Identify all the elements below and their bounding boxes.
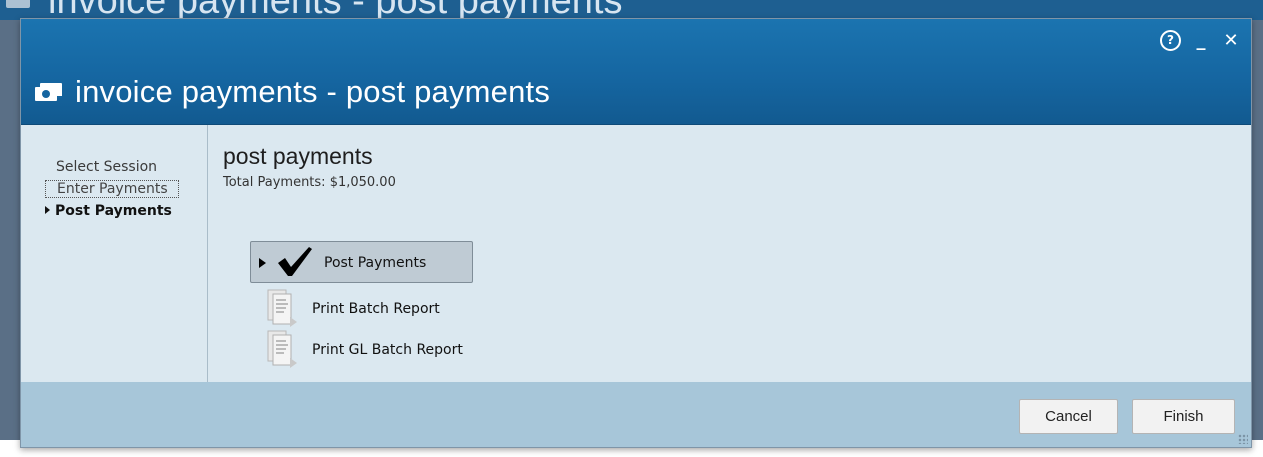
report-document-icon bbox=[267, 289, 297, 327]
total-payments: Total Payments: $1,050.00 bbox=[223, 175, 396, 190]
wizard-steps: Select Session Enter Payments Post Payme… bbox=[21, 125, 208, 383]
background-window-title: invoice payments - post payments bbox=[48, 0, 623, 20]
money-icon bbox=[35, 82, 63, 102]
background-window-icon bbox=[6, 0, 30, 8]
dialog-title-row: invoice payments - post payments bbox=[35, 74, 550, 110]
finish-button[interactable]: Finish bbox=[1132, 399, 1235, 434]
dialog-title: invoice payments - post payments bbox=[75, 74, 551, 109]
current-step-arrow-icon bbox=[45, 206, 50, 214]
dialog-header: ? _ ✕ invoice payments - post payments bbox=[21, 19, 1251, 125]
print-batch-report-label: Print Batch Report bbox=[312, 301, 440, 317]
post-payments-dialog: ? _ ✕ invoice payments - post payments S… bbox=[20, 18, 1252, 448]
help-icon[interactable]: ? bbox=[1160, 29, 1181, 51]
step-enter-payments[interactable]: Enter Payments bbox=[45, 180, 179, 198]
background-window-titlebar: invoice payments - post payments bbox=[0, 0, 1263, 20]
checkmark-icon bbox=[278, 247, 312, 276]
post-payments-label: Post Payments bbox=[324, 255, 427, 271]
selection-arrow-icon bbox=[259, 258, 266, 268]
close-icon[interactable]: ✕ bbox=[1221, 29, 1241, 51]
post-payments-action[interactable]: Post Payments bbox=[250, 241, 473, 283]
dialog-footer: Cancel Finish bbox=[21, 382, 1251, 447]
step-select-session[interactable]: Select Session bbox=[56, 159, 157, 175]
page-title: post payments bbox=[223, 143, 373, 169]
print-gl-batch-report-label: Print GL Batch Report bbox=[312, 342, 463, 358]
step-post-payments-label: Post Payments bbox=[55, 203, 172, 219]
resize-grip-icon[interactable] bbox=[1238, 434, 1248, 444]
report-document-icon bbox=[267, 330, 297, 368]
minimize-icon[interactable]: _ bbox=[1191, 29, 1211, 51]
window-controls: ? _ ✕ bbox=[1160, 29, 1241, 51]
step-post-payments[interactable]: Post Payments bbox=[45, 203, 172, 219]
cancel-button[interactable]: Cancel bbox=[1019, 399, 1118, 434]
